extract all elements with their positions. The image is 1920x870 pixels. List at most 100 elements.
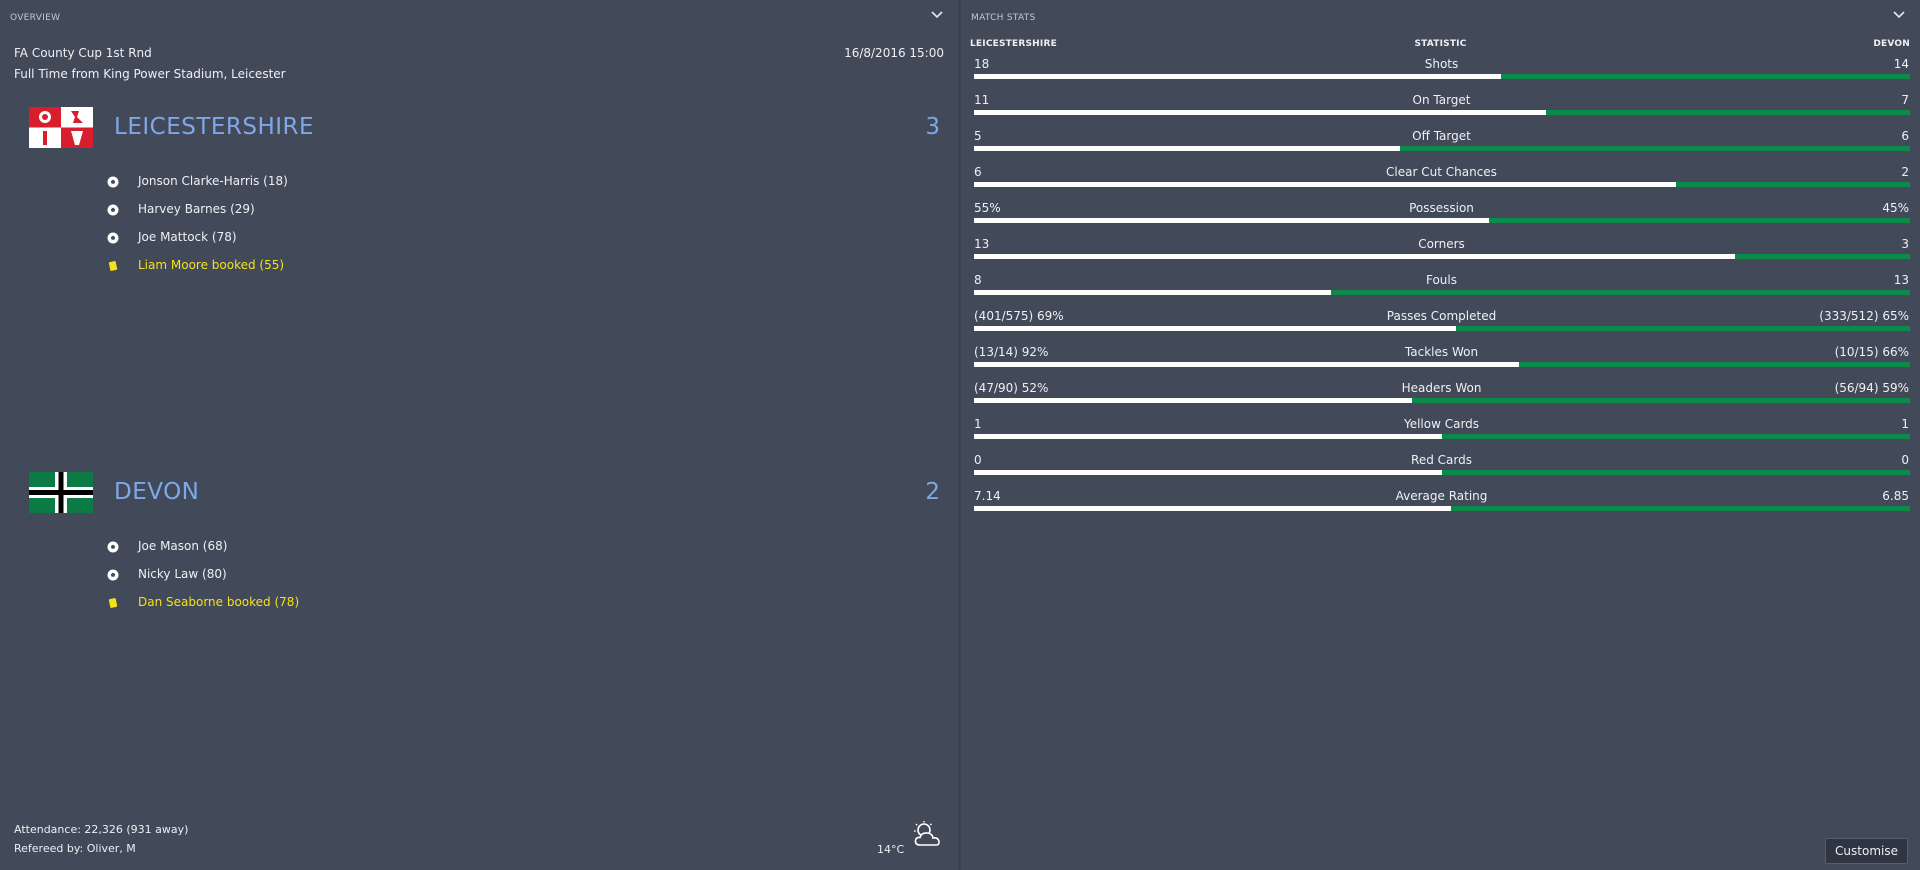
event-text[interactable]: Jonson Clarke-Harris (18) [138, 174, 288, 188]
stat-bar-home [974, 254, 1735, 259]
stat-name: Corners [1418, 237, 1465, 251]
stat-away-value: 0 [1901, 453, 1909, 467]
match-datetime: 16/8/2016 15:00 [844, 46, 944, 60]
stat-away-value: (56/94) 59% [1834, 381, 1909, 395]
customise-button[interactable]: Customise [1825, 838, 1908, 864]
match-stats-title: MATCH STATS [971, 13, 1036, 23]
stat-bar-home [974, 398, 1413, 403]
stat-comparison-bar [974, 290, 1910, 295]
stat-comparison-bar [974, 182, 1910, 187]
stat-row: 7.14 Average Rating 6.85 [973, 489, 1910, 525]
stat-bar-away [1545, 110, 1910, 115]
football-icon [106, 540, 120, 554]
chevron-down-icon[interactable] [1892, 10, 1906, 20]
stat-name: Average Rating [1395, 489, 1488, 503]
stat-bar-home [974, 362, 1519, 367]
venue-line: Full Time from King Power Stadium, Leice… [14, 67, 286, 81]
stat-bar-home [974, 110, 1546, 115]
yellow-card-icon [106, 596, 120, 610]
stat-bar-home [974, 326, 1457, 331]
stat-name: Off Target [1412, 129, 1471, 143]
stat-bar-away [1488, 218, 1910, 223]
stat-name: Shots [1424, 57, 1459, 71]
away-team-name[interactable]: DEVON [114, 479, 199, 505]
event-text[interactable]: Dan Seaborne booked (78) [138, 595, 299, 609]
away-team-score: 2 [925, 479, 940, 505]
stat-name: Tackles Won [1404, 345, 1479, 359]
football-icon [106, 231, 120, 245]
overview-title: OVERVIEW [10, 13, 61, 23]
stat-bar-home [974, 470, 1442, 475]
stat-name: Fouls [1425, 273, 1457, 287]
stat-away-value: 45% [1882, 201, 1909, 215]
stat-name: Headers Won [1401, 381, 1482, 395]
overview-header: OVERVIEW [0, 0, 958, 34]
football-icon [106, 568, 120, 582]
stat-bar-home [974, 434, 1442, 439]
stat-name: Red Cards [1411, 453, 1472, 467]
stat-bar-away [1676, 182, 1910, 187]
stat-bar-home [974, 506, 1452, 511]
stat-comparison-bar [974, 218, 1910, 223]
football-icon [106, 175, 120, 189]
home-team-score: 3 [925, 114, 940, 140]
stats-column-away[interactable]: DEVON [1873, 39, 1910, 49]
stat-away-value: 3 [1901, 237, 1909, 251]
yellow-card-icon [106, 259, 120, 273]
stat-row: 11 On Target 7 [973, 93, 1910, 129]
event-text[interactable]: Joe Mattock (78) [138, 230, 237, 244]
stat-away-value: (10/15) 66% [1834, 345, 1909, 359]
stat-away-value: 13 [1893, 273, 1909, 287]
stat-away-value: 6.85 [1882, 489, 1909, 503]
stat-name: Passes Completed [1386, 309, 1497, 323]
competition-label[interactable]: FA County Cup 1st Rnd [14, 46, 152, 60]
stat-row: 5 Off Target 6 [973, 129, 1910, 165]
stat-away-value: 6 [1901, 129, 1909, 143]
stat-row: 8 Fouls 13 [973, 273, 1910, 309]
attendance-label: Attendance: 22,326 (931 away) [14, 823, 189, 836]
event-text[interactable]: Nicky Law (80) [138, 567, 227, 581]
stat-away-value: 2 [1901, 165, 1909, 179]
stat-comparison-bar [974, 110, 1910, 115]
stat-away-value: 14 [1893, 57, 1909, 71]
stat-comparison-bar [974, 146, 1910, 151]
stat-row: 1 Yellow Cards 1 [973, 417, 1910, 453]
referee-label[interactable]: Refereed by: Oliver, M [14, 842, 136, 855]
event-text[interactable]: Harvey Barnes (29) [138, 202, 255, 216]
stat-bar-away [1500, 74, 1910, 79]
home-team-name[interactable]: LEICESTERSHIRE [114, 114, 314, 140]
stat-comparison-bar [974, 434, 1910, 439]
stat-row: (47/90) 52% Headers Won (56/94) 59% [973, 381, 1910, 417]
stat-bar-home [974, 74, 1501, 79]
stat-bar-home [974, 146, 1400, 151]
stat-row: (13/14) 92% Tackles Won (10/15) 66% [973, 345, 1910, 381]
stat-bar-away [1330, 290, 1910, 295]
match-stats-panel: MATCH STATS LEICESTERSHIRE STATISTIC DEV… [961, 0, 1920, 870]
stat-row: 55% Possession 45% [973, 201, 1910, 237]
stat-comparison-bar [974, 254, 1910, 259]
event-text[interactable]: Joe Mason (68) [138, 539, 227, 553]
stat-comparison-bar [974, 362, 1910, 367]
overview-panel: OVERVIEW FA County Cup 1st Rnd Full Time… [0, 0, 958, 870]
stat-away-value: (333/512) 65% [1819, 309, 1909, 323]
stat-away-value: 1 [1901, 417, 1909, 431]
stat-bar-away [1734, 254, 1910, 259]
stat-row: 18 Shots 14 [973, 57, 1910, 93]
temperature-label: 14°C [877, 843, 905, 856]
stat-bar-home [974, 218, 1489, 223]
stat-comparison-bar [974, 470, 1910, 475]
stat-bar-away [1451, 506, 1910, 511]
chevron-down-icon[interactable] [930, 10, 944, 20]
stat-row: 6 Clear Cut Chances 2 [973, 165, 1910, 201]
event-text[interactable]: Liam Moore booked (55) [138, 258, 284, 272]
stat-bar-away [1412, 398, 1910, 403]
stat-bar-away [1399, 146, 1910, 151]
stat-away-value: 7 [1901, 93, 1909, 107]
stat-bar-home [974, 290, 1331, 295]
football-icon [106, 203, 120, 217]
stat-row: (401/575) 69% Passes Completed (333/512) 6… [973, 309, 1910, 345]
stat-name: Possession [1409, 201, 1474, 215]
stat-name: Clear Cut Chances [1386, 165, 1497, 179]
stat-row: 13 Corners 3 [973, 237, 1910, 273]
stat-bar-away [1518, 362, 1910, 367]
